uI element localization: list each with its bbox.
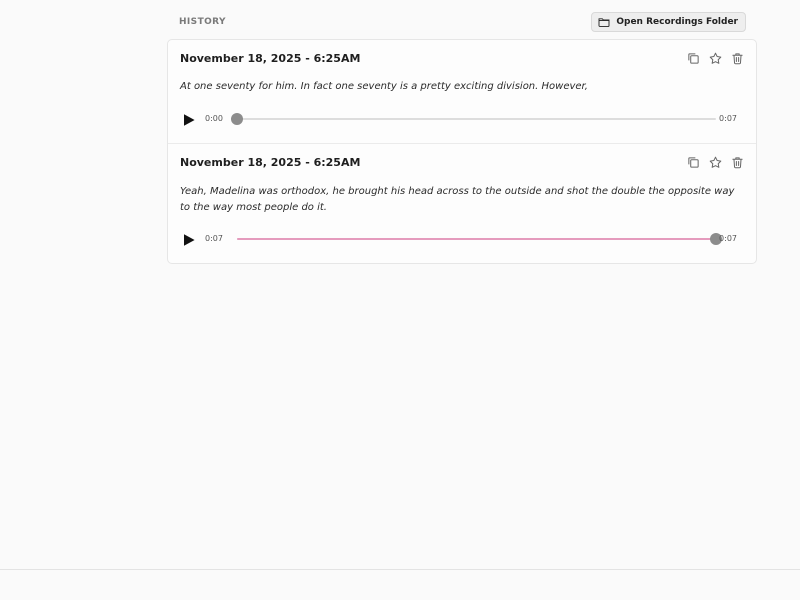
star-icon [709,156,722,169]
duration: 0:07 [719,234,737,243]
copy-button[interactable] [686,155,700,169]
star-button[interactable] [708,155,722,169]
trash-icon [731,156,744,169]
play-icon [182,112,196,131]
play-button[interactable] [182,112,196,126]
delete-button[interactable] [730,51,744,65]
folder-icon [598,17,610,27]
current-time: 0:00 [205,114,223,123]
entry-actions [686,51,744,65]
history-entry: November 18, 2025 - 6:25AM [168,40,756,144]
open-recordings-folder-button[interactable]: Open Recordings Folder [591,12,746,32]
copy-button[interactable] [686,51,700,65]
entry-date: November 18, 2025 - 6:25AM [180,156,361,169]
audio-progress-track[interactable] [237,233,722,245]
audio-player: 0:00 0:07 [180,111,744,127]
open-recordings-folder-label: Open Recordings Folder [616,17,738,27]
copy-icon [687,156,700,169]
trash-icon [731,52,744,65]
bottom-divider [0,569,800,570]
page: HISTORY Open Recordings Folder November … [0,0,800,600]
history-entry: November 18, 2025 - 6:25AM [168,144,756,263]
play-button[interactable] [182,232,196,246]
audio-progress-track[interactable] [231,113,716,125]
delete-button[interactable] [730,155,744,169]
entry-actions [686,155,744,169]
entry-date: November 18, 2025 - 6:25AM [180,52,361,65]
history-title: HISTORY [179,17,226,27]
star-button[interactable] [708,51,722,65]
star-icon [709,52,722,65]
duration: 0:07 [719,114,737,123]
copy-icon [687,52,700,65]
audio-progress-fill [237,238,716,240]
history-list: November 18, 2025 - 6:25AM At one sevent… [167,39,757,264]
history-header: HISTORY Open Recordings Folder [179,12,746,34]
entry-transcript: At one seventy for him. In fact one seve… [180,81,588,92]
entry-transcript: Yeah, Madelina was orthodox, he brought … [180,186,735,213]
current-time: 0:07 [205,234,223,243]
audio-player: 0:07 0:07 [180,231,744,247]
audio-progress-thumb[interactable] [231,113,243,125]
play-icon [182,232,196,251]
